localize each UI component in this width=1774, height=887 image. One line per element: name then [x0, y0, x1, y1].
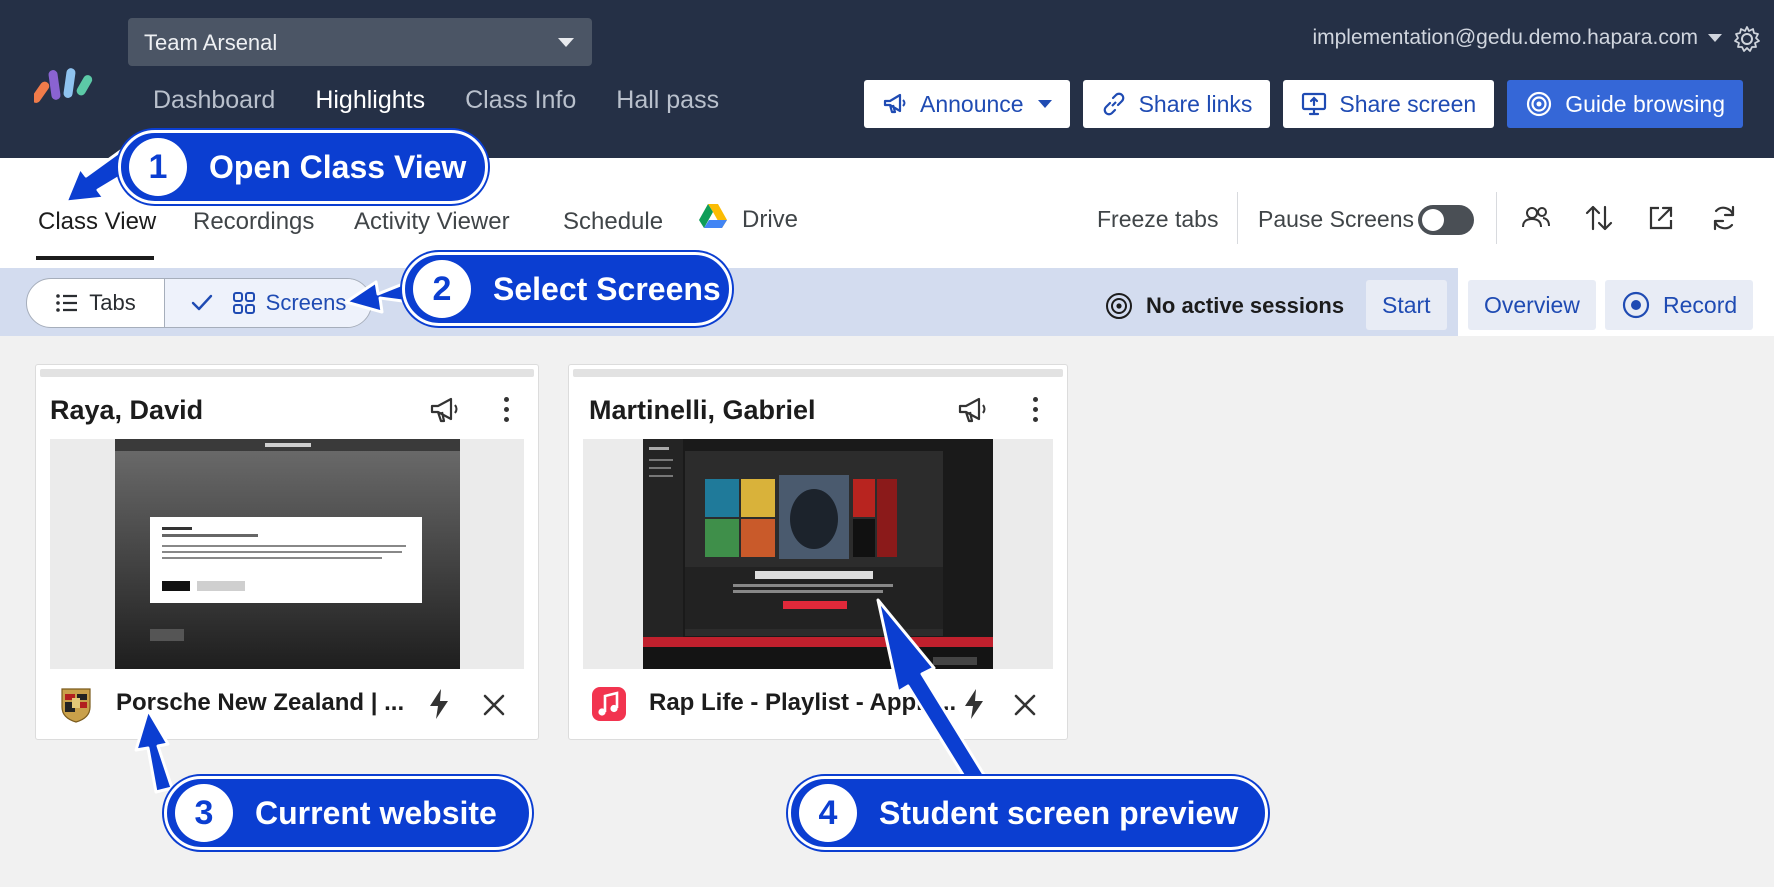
lightning-icon[interactable] [961, 687, 987, 721]
screens-view-label: Screens [265, 290, 347, 315]
google-drive-icon [699, 204, 727, 228]
class-selector[interactable]: Team Arsenal [128, 18, 592, 66]
freeze-tabs-button[interactable]: Freeze tabs [1097, 206, 1218, 233]
nav-hall-pass[interactable]: Hall pass [616, 86, 719, 115]
tab-schedule[interactable]: Schedule [563, 208, 663, 236]
chevron-down-icon [558, 38, 574, 47]
chevron-down-icon [1708, 34, 1722, 42]
screens-view-button[interactable]: Screens [165, 279, 371, 327]
link-icon [1103, 92, 1124, 116]
callout-student-screen-preview: 4 Student screen preview [788, 776, 1268, 850]
student-screen-preview[interactable] [583, 439, 1053, 669]
callout-open-class-view: 1 Open Class View [118, 130, 488, 204]
megaphone-icon[interactable] [429, 395, 461, 425]
callout-select-screens: 2 Select Screens [402, 252, 732, 326]
share-links-button[interactable]: Share links [1082, 80, 1271, 128]
callout-label: Open Class View [209, 148, 467, 185]
target-icon [1527, 91, 1552, 117]
monitor-share-icon [1302, 92, 1327, 116]
nav-highlights[interactable]: Highlights [315, 86, 425, 115]
more-options-icon[interactable] [1031, 397, 1039, 423]
tab-recordings[interactable]: Recordings [193, 208, 314, 236]
nav-class-info[interactable]: Class Info [465, 86, 576, 115]
main-nav: Dashboard Highlights Class Info Hall pas… [153, 86, 759, 115]
close-icon[interactable] [480, 691, 508, 719]
overview-label: Overview [1484, 291, 1580, 318]
megaphone-icon [883, 93, 906, 114]
pause-screens-toggle[interactable] [1418, 205, 1474, 235]
nav-dashboard[interactable]: Dashboard [153, 86, 275, 115]
sort-icon[interactable] [1583, 202, 1615, 234]
pause-screens-label: Pause Screens [1258, 206, 1414, 232]
record-label: Record [1663, 291, 1738, 318]
tab-activity-viewer[interactable]: Activity Viewer [354, 208, 510, 236]
current-website-title[interactable]: Rap Life - Playlist - Apple... [649, 689, 956, 717]
gear-icon[interactable] [1732, 24, 1762, 54]
start-session-button[interactable]: Start [1366, 280, 1447, 330]
close-icon[interactable] [1011, 691, 1039, 719]
student-name[interactable]: Raya, David [50, 395, 203, 426]
refresh-icon[interactable] [1708, 202, 1740, 234]
grid-icon [232, 292, 255, 314]
student-screen-preview[interactable] [50, 439, 524, 669]
divider [1496, 192, 1497, 244]
target-icon [1106, 293, 1132, 319]
card-status-strip [40, 369, 534, 377]
student-card: Raya, David Porsche New Zealand | ... [35, 364, 539, 740]
card-status-strip [573, 369, 1063, 377]
share-screen-label: Share screen [1339, 90, 1477, 117]
users-icon[interactable] [1520, 202, 1552, 234]
tabs-view-button[interactable]: Tabs [27, 279, 165, 327]
class-selector-value: Team Arsenal [144, 30, 278, 55]
guide-browsing-button[interactable]: Guide browsing [1507, 80, 1743, 128]
share-links-label: Share links [1138, 90, 1253, 117]
current-website-title[interactable]: Porsche New Zealand | ... [116, 689, 404, 717]
account-email: implementation@gedu.demo.hapara.com [1312, 26, 1698, 49]
screen-thumbnail [643, 439, 993, 669]
callout-label: Current website [255, 794, 497, 831]
header-actions: Announce Share links Share screen Guide … [864, 80, 1743, 128]
session-actions-panel: Overview Record [1458, 268, 1774, 336]
start-label: Start [1382, 291, 1431, 318]
student-card: Martinelli, Gabriel Rap Life - Playlist … [568, 364, 1068, 740]
callout-number: 2 [413, 260, 471, 318]
check-icon [191, 294, 212, 311]
chevron-down-icon [1037, 100, 1052, 108]
hapara-logo[interactable] [34, 66, 100, 108]
record-icon [1622, 291, 1650, 319]
record-button[interactable]: Record [1605, 280, 1754, 330]
guide-browsing-label: Guide browsing [1565, 90, 1725, 117]
screen-thumbnail [115, 439, 460, 669]
lightning-icon[interactable] [426, 687, 452, 721]
callout-number: 3 [175, 784, 233, 842]
more-options-icon[interactable] [502, 397, 510, 423]
share-screen-button[interactable]: Share screen [1283, 80, 1495, 128]
overview-button[interactable]: Overview [1468, 280, 1596, 330]
open-in-new-window-icon[interactable] [1645, 202, 1677, 234]
porsche-crest-icon [61, 688, 91, 723]
tab-drive[interactable]: Drive [742, 206, 798, 234]
tabs-view-label: Tabs [89, 290, 136, 315]
apple-music-icon [592, 687, 626, 721]
callout-label: Select Screens [493, 270, 721, 307]
callout-current-website: 3 Current website [164, 776, 532, 850]
divider [1237, 192, 1238, 244]
callout-number: 1 [129, 138, 187, 196]
session-status-text: No active sessions [1146, 293, 1345, 318]
announce-button[interactable]: Announce [864, 80, 1070, 128]
list-icon [56, 294, 78, 312]
tab-class-view[interactable]: Class View [38, 208, 156, 236]
megaphone-icon[interactable] [957, 395, 989, 425]
account-menu[interactable]: implementation@gedu.demo.hapara.com [1312, 26, 1722, 50]
callout-number: 4 [799, 784, 857, 842]
view-toggle: Tabs Screens [26, 278, 372, 328]
student-name[interactable]: Martinelli, Gabriel [589, 395, 816, 426]
callout-label: Student screen preview [879, 794, 1239, 831]
announce-label: Announce [920, 90, 1024, 117]
active-tab-indicator [36, 256, 154, 260]
session-status: No active sessions [1104, 291, 1344, 321]
